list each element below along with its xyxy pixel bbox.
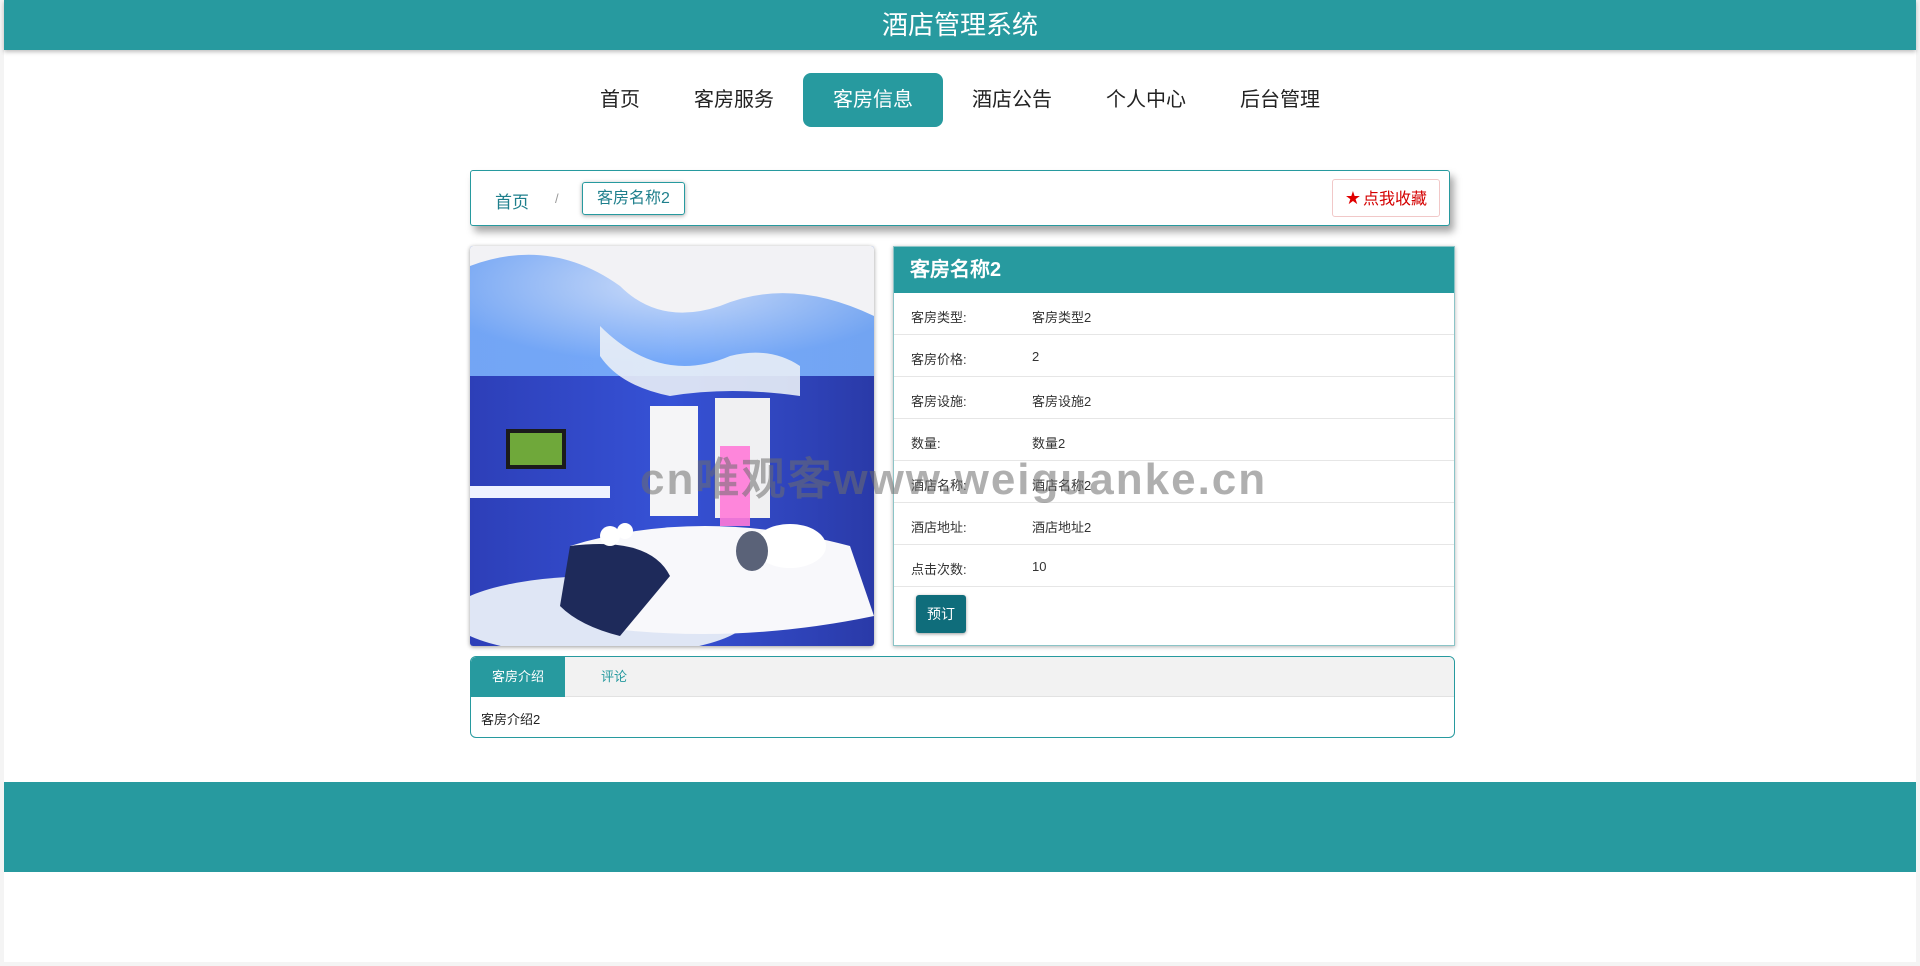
field-value: 客房类型2 (1032, 310, 1092, 325)
site-title: 酒店管理系统 (881, 10, 1038, 40)
footer (4, 782, 1916, 872)
breadcrumb-home-link[interactable]: 首页 (495, 188, 529, 213)
info-row: 酒店地址: 酒店地址2 (894, 503, 1454, 545)
favorite-button[interactable]: ★ 点我收藏 (1331, 179, 1440, 217)
room-photo (470, 246, 874, 646)
info-row: 数量: 数量2 (894, 419, 1454, 461)
info-row: 客房价格: 2 (894, 335, 1454, 377)
field-value: 数量2 (1032, 436, 1066, 451)
tab-room-intro[interactable]: 客房介绍 (471, 657, 565, 697)
tab-content: 客房介绍2 (481, 712, 541, 727)
field-label: 客房价格: (911, 352, 967, 367)
field-label: 酒店名称: (911, 478, 967, 493)
field-value: 10 (1032, 559, 1047, 574)
room-title: 客房名称2 (894, 247, 1454, 293)
info-row: 客房类型: 客房类型2 (894, 293, 1454, 335)
field-label: 酒店地址: (911, 520, 967, 535)
nav-item-announcement[interactable]: 酒店公告 (945, 73, 1079, 127)
field-value: 客房设施2 (1032, 394, 1092, 409)
nav-item-personal-center[interactable]: 个人中心 (1079, 73, 1213, 127)
field-value: 酒店地址2 (1032, 520, 1092, 535)
book-button[interactable]: 预订 (916, 595, 966, 633)
info-row: 酒店名称: 酒店名称2 (894, 461, 1454, 503)
field-label: 客房类型: (911, 310, 967, 325)
tab-comments[interactable]: 评论 (583, 657, 645, 697)
field-label: 数量: (911, 436, 941, 451)
tab-bar: 客房介绍 评论 (471, 657, 1454, 697)
main-nav: 首页 客房服务 客房信息 酒店公告 个人中心 后台管理 (4, 73, 1916, 127)
nav-item-home[interactable]: 首页 (573, 73, 667, 127)
detail-tabs: 客房介绍 评论 客房介绍2 (470, 656, 1455, 738)
breadcrumb-separator: / (555, 191, 559, 206)
favorite-label: 点我收藏 (1362, 191, 1427, 208)
nav-item-admin[interactable]: 后台管理 (1213, 73, 1347, 127)
field-label: 客房设施: (911, 394, 967, 409)
info-row: 客房设施: 客房设施2 (894, 377, 1454, 419)
breadcrumb: 首页 / 客房名称2 ★ 点我收藏 (470, 170, 1450, 226)
field-value: 2 (1032, 349, 1040, 364)
nav-item-room-service[interactable]: 客房服务 (667, 73, 801, 127)
room-photo-image (470, 246, 874, 646)
field-value: 酒店名称2 (1032, 478, 1092, 493)
field-label: 点击次数: (911, 562, 967, 577)
info-row: 点击次数: 10 (894, 545, 1454, 587)
star-icon: ★ (1344, 188, 1361, 208)
top-bar: 酒店管理系统 (4, 0, 1916, 50)
nav-item-room-info[interactable]: 客房信息 (803, 73, 943, 127)
room-info-panel: 客房名称2 客房类型: 客房类型2 客房价格: 2 客房设施: 客房设施2 数量: 数量… (893, 246, 1455, 646)
breadcrumb-current: 客房名称2 (582, 182, 685, 215)
page: 酒店管理系统 首页 客房服务 客房信息 酒店公告 个人中心 后台管理 首页 / … (4, 0, 1916, 962)
